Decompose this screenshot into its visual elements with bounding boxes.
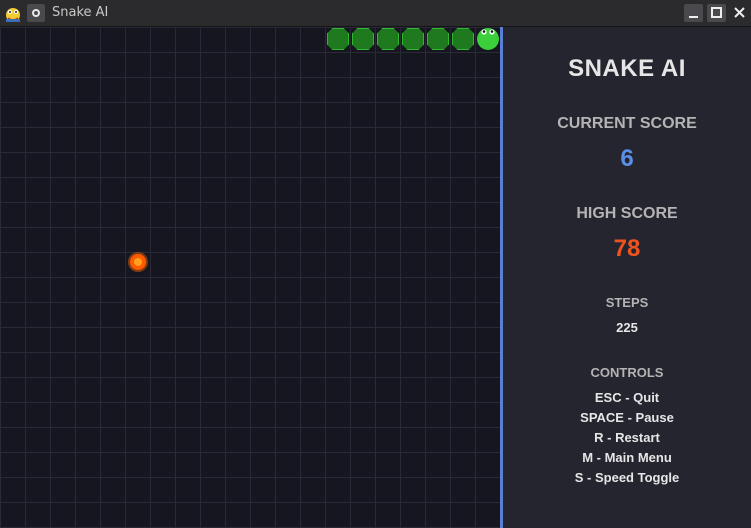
steps-label: STEPS bbox=[605, 295, 649, 310]
menu-circle-icon bbox=[32, 9, 40, 17]
minimize-button[interactable] bbox=[684, 4, 703, 22]
pygame-snake-icon bbox=[3, 3, 23, 23]
control-restart: R - Restart bbox=[594, 430, 660, 445]
minimize-icon bbox=[689, 16, 698, 18]
current-score-label: CURRENT SCORE bbox=[557, 115, 697, 132]
controls-label: CONTROLS bbox=[590, 365, 664, 380]
snake-head bbox=[476, 27, 500, 51]
window-menu-button[interactable] bbox=[27, 4, 45, 22]
score-panel: SNAKE AI CURRENT SCORE 6 HIGH SCORE 78 S… bbox=[503, 27, 751, 528]
game-title: SNAKE AI bbox=[568, 55, 686, 82]
snake-body-segment bbox=[402, 28, 424, 50]
control-speed-toggle: S - Speed Toggle bbox=[574, 470, 680, 485]
window-title: Snake AI bbox=[52, 5, 109, 20]
close-button[interactable] bbox=[730, 4, 749, 22]
control-quit: ESC - Quit bbox=[594, 390, 660, 405]
high-score-value: 78 bbox=[613, 235, 641, 262]
snake-body-segment bbox=[352, 28, 374, 50]
steps-value: 225 bbox=[616, 320, 638, 335]
snake-body-segment bbox=[452, 28, 474, 50]
control-main-menu: M - Main Menu bbox=[582, 450, 672, 465]
snake-body-segment bbox=[427, 28, 449, 50]
snake-body-segment bbox=[377, 28, 399, 50]
maximize-button[interactable] bbox=[707, 4, 726, 22]
window-titlebar: Snake AI bbox=[0, 0, 751, 27]
food-pellet bbox=[127, 251, 149, 273]
snake-body-segment bbox=[327, 28, 349, 50]
control-pause: SPACE - Pause bbox=[580, 410, 674, 425]
close-icon bbox=[734, 7, 745, 18]
game-board bbox=[0, 27, 500, 528]
maximize-icon bbox=[711, 7, 722, 18]
high-score-label: HIGH SCORE bbox=[576, 205, 678, 222]
current-score-value: 6 bbox=[620, 145, 634, 172]
